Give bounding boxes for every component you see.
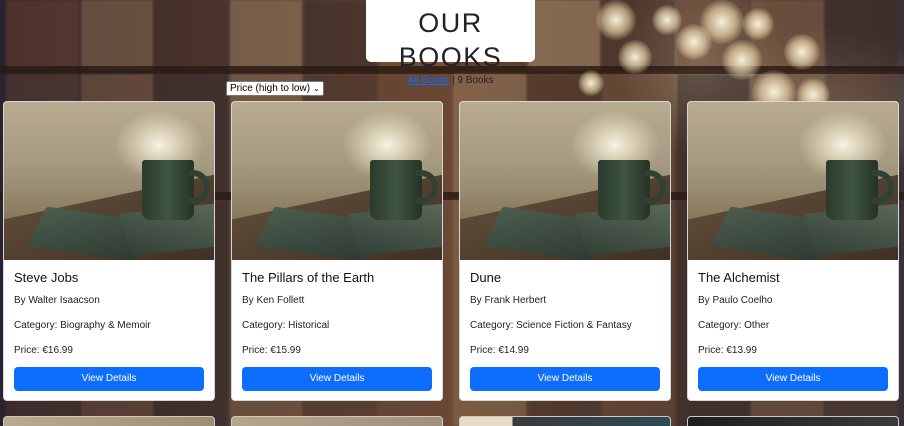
view-details-button[interactable]: View Details (698, 367, 888, 391)
book-author: By Walter Isaacson (14, 295, 100, 306)
book-card: The Alchemist By Paulo Coelho Category: … (687, 101, 899, 401)
book-title: Dune (470, 270, 502, 285)
book-card-partial[interactable] (3, 416, 215, 426)
book-card: Dune By Frank Herbert Category: Science … (459, 101, 671, 401)
view-details-button[interactable]: View Details (470, 367, 660, 391)
page-title: OUR BOOKS (398, 8, 503, 72)
all-books-link[interactable]: All Books (408, 75, 450, 86)
book-price: Price: €14.99 (470, 345, 529, 356)
book-author: By Ken Follett (242, 295, 305, 306)
book-author: By Paulo Coelho (698, 295, 773, 306)
book-price: Price: €13.99 (698, 345, 757, 356)
book-author: By Frank Herbert (470, 295, 547, 306)
book-category: Category: Historical (242, 320, 330, 331)
book-category: Category: Biography & Memoir (14, 320, 151, 331)
book-card: Steve Jobs By Walter Isaacson Category: … (3, 101, 215, 401)
book-price: Price: €16.99 (14, 345, 73, 356)
book-card: The Pillars of the Earth By Ken Follett … (231, 101, 443, 401)
chevron-down-icon: ⌄ (313, 84, 320, 93)
book-category: Category: Other (698, 320, 770, 331)
view-details-button[interactable]: View Details (242, 367, 432, 391)
books-count: 9 Books (457, 75, 494, 86)
page-header: OUR BOOKS All Books | 9 Books (366, 0, 535, 86)
book-card-partial[interactable] (231, 416, 443, 426)
book-cover-image (4, 102, 214, 260)
view-details-button[interactable]: View Details (14, 367, 204, 391)
book-card-partial[interactable] (459, 416, 671, 426)
book-cover-image (232, 102, 442, 260)
book-cover-image (688, 102, 898, 260)
book-card-partial[interactable] (687, 416, 899, 426)
sort-select[interactable]: Price (high to low) ⌄ (226, 81, 324, 96)
book-cover-image (460, 102, 670, 260)
summary-separator: | (451, 75, 455, 86)
book-category: Category: Science Fiction & Fantasy (470, 320, 632, 331)
sort-selected-value: Price (high to low) (230, 83, 311, 94)
book-title: The Pillars of the Earth (242, 270, 375, 285)
books-summary: All Books | 9 Books (366, 75, 535, 86)
book-title: The Alchemist (698, 270, 780, 285)
book-title: Steve Jobs (14, 270, 79, 285)
book-price: Price: €15.99 (242, 345, 301, 356)
